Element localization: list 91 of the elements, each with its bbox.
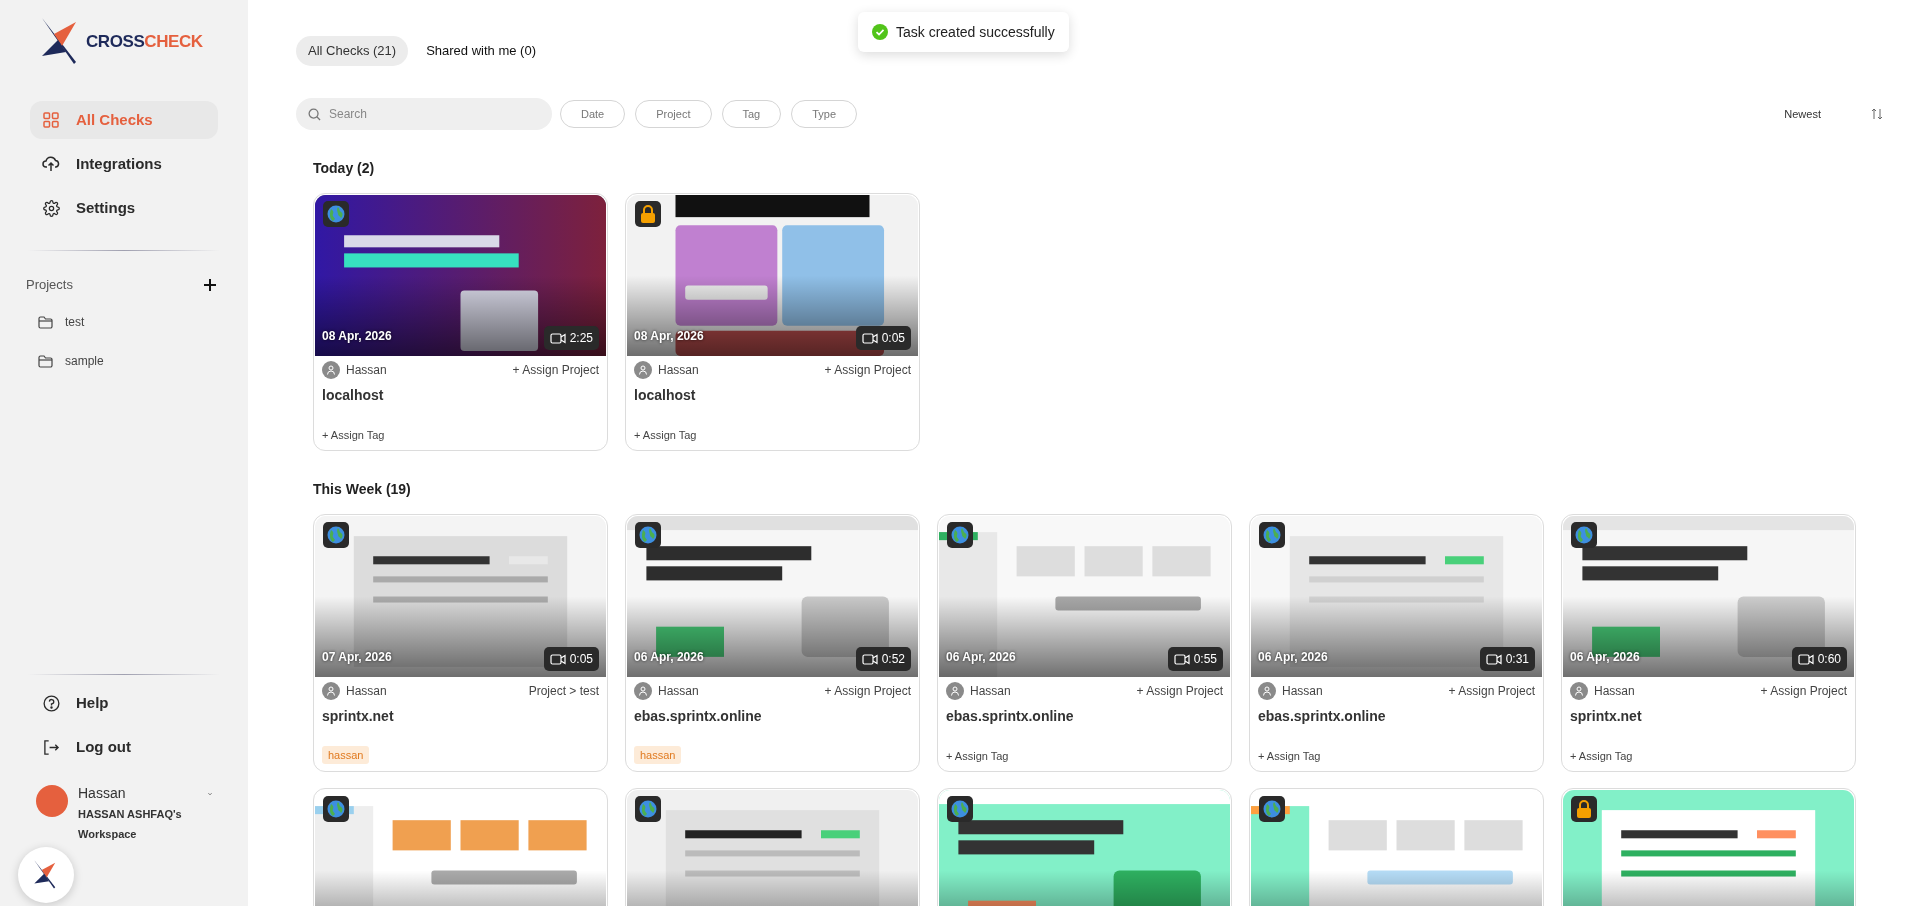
- user-avatar-icon: [946, 682, 964, 700]
- duration-badge: 0:31: [1479, 647, 1535, 671]
- card-title: localhost: [633, 386, 697, 405]
- check-card[interactable]: 07 Apr, 2026 0:05 Hassan Project > test sprintx.net hassan: [313, 514, 608, 772]
- project-link[interactable]: + Assign Project: [824, 361, 911, 379]
- card-title: ebas.sprintx.online: [945, 707, 1075, 726]
- project-link[interactable]: + Assign Project: [1448, 682, 1535, 700]
- tag: hassan: [634, 745, 682, 764]
- project-link[interactable]: + Assign Project: [1136, 682, 1223, 700]
- tab[interactable]: All Checks (21): [296, 36, 409, 66]
- tag: hassan: [322, 745, 370, 764]
- date-label: 07 Apr, 2026: [322, 649, 392, 666]
- card-title: ebas.sprintx.online: [633, 707, 763, 726]
- search-icon: [308, 108, 321, 121]
- user-name: Hassan: [346, 683, 387, 700]
- duration-badge: 0:52: [855, 647, 911, 671]
- logout-icon: [42, 738, 60, 756]
- project-link[interactable]: + Assign Project: [824, 682, 911, 700]
- user-avatar-icon: [322, 361, 340, 379]
- user-avatar[interactable]: [36, 785, 68, 817]
- check-card[interactable]: 06 Apr, 2026 0:31 Hassan + Assign Project ebas.sprintx.online + Assign Tag: [1249, 514, 1544, 772]
- assign-tag-link[interactable]: + Assign Tag: [1570, 747, 1633, 764]
- assign-tag-link[interactable]: + Assign Tag: [946, 747, 1009, 764]
- project-item[interactable]: test: [65, 313, 85, 331]
- nav-item[interactable]: Integrations: [30, 145, 218, 183]
- duration-badge: 0:55: [1167, 647, 1223, 671]
- video-camera-icon: [549, 332, 566, 344]
- lock-icon: [1576, 800, 1592, 818]
- folder-icon: [38, 315, 53, 329]
- user-avatar-icon: [634, 682, 652, 700]
- nav-item[interactable]: Settings: [30, 189, 218, 227]
- date-label: 08 Apr, 2026: [322, 328, 392, 345]
- user-avatar-icon: [322, 682, 340, 700]
- card-title: localhost: [321, 386, 385, 405]
- user-name: Hassan: [658, 362, 699, 379]
- video-camera-icon: [1173, 653, 1190, 665]
- video-camera-icon: [1797, 653, 1814, 665]
- nav-item[interactable]: Help: [30, 684, 218, 722]
- project-link[interactable]: + Assign Project: [512, 361, 599, 379]
- workspace-name: HASSAN ASHFAQ's Workspace: [78, 807, 183, 842]
- tab[interactable]: Shared with me (0): [414, 36, 548, 66]
- brand-name: CROSSCHECK: [86, 31, 203, 54]
- assign-tag-link[interactable]: + Assign Tag: [634, 426, 697, 443]
- add-icon[interactable]: [204, 278, 216, 291]
- help-icon: [42, 694, 60, 712]
- card-title: sprintx.net: [1569, 707, 1643, 726]
- project-link[interactable]: Project > test: [528, 682, 599, 700]
- user-avatar-icon: [634, 361, 652, 379]
- project-link[interactable]: + Assign Project: [1760, 682, 1847, 700]
- date-label: 06 Apr, 2026: [1258, 649, 1328, 666]
- user-name: Hassan: [658, 683, 699, 700]
- section-label: Projects: [26, 276, 73, 294]
- toast: Task created successfully: [858, 12, 1069, 52]
- grid-icon: [42, 112, 60, 128]
- duration-badge: 2:25: [543, 326, 599, 350]
- card-title: sprintx.net: [321, 707, 395, 726]
- video-camera-icon: [861, 332, 878, 344]
- lock-icon: [640, 205, 656, 223]
- card-title: ebas.sprintx.online: [1257, 707, 1387, 726]
- sort-label[interactable]: Newest: [1784, 105, 1821, 123]
- date-label: 06 Apr, 2026: [946, 649, 1016, 666]
- video-camera-icon: [1485, 653, 1502, 665]
- duration-badge: 0:60: [1791, 647, 1847, 671]
- user-name: Hassan: [1282, 683, 1323, 700]
- assign-tag-link[interactable]: + Assign Tag: [1258, 747, 1321, 764]
- section-heading: Today (2): [313, 159, 376, 178]
- user-avatar-icon: [1258, 682, 1276, 700]
- user-name: Hassan: [970, 683, 1011, 700]
- sort-icon[interactable]: [1871, 108, 1883, 120]
- video-camera-icon: [861, 653, 878, 665]
- settings-icon: [42, 199, 60, 217]
- date-label: 08 Apr, 2026: [634, 328, 704, 345]
- user-avatar-icon: [1570, 682, 1588, 700]
- cloud-upload-icon: [42, 156, 60, 172]
- project-item[interactable]: sample: [65, 352, 104, 370]
- nav-item[interactable]: Log out: [30, 728, 218, 766]
- check-card[interactable]: 06 Apr, 2026 0:55 Hassan + Assign Project ebas.sprintx.online + Assign Tag: [937, 514, 1232, 772]
- user-name: Hassan: [1594, 683, 1635, 700]
- check-card[interactable]: 08 Apr, 2026 2:25 Hassan + Assign Project localhost + Assign Tag: [313, 193, 608, 451]
- check-circle-icon: [872, 24, 888, 40]
- assign-tag-link[interactable]: + Assign Tag: [322, 426, 385, 443]
- launcher-button[interactable]: [18, 847, 74, 903]
- search-field[interactable]: Search: [296, 98, 552, 130]
- user-name: Hassan: [346, 362, 387, 379]
- video-camera-icon: [549, 653, 566, 665]
- duration-badge: 0:05: [543, 647, 599, 671]
- section-heading: This Week (19): [313, 480, 412, 499]
- folder-icon: [38, 354, 53, 368]
- duration-badge: 0:05: [855, 326, 911, 350]
- check-card[interactable]: 08 Apr, 2026 0:05 Hassan + Assign Project localhost + Assign Tag: [625, 193, 920, 451]
- user-name: Hassan: [78, 784, 127, 803]
